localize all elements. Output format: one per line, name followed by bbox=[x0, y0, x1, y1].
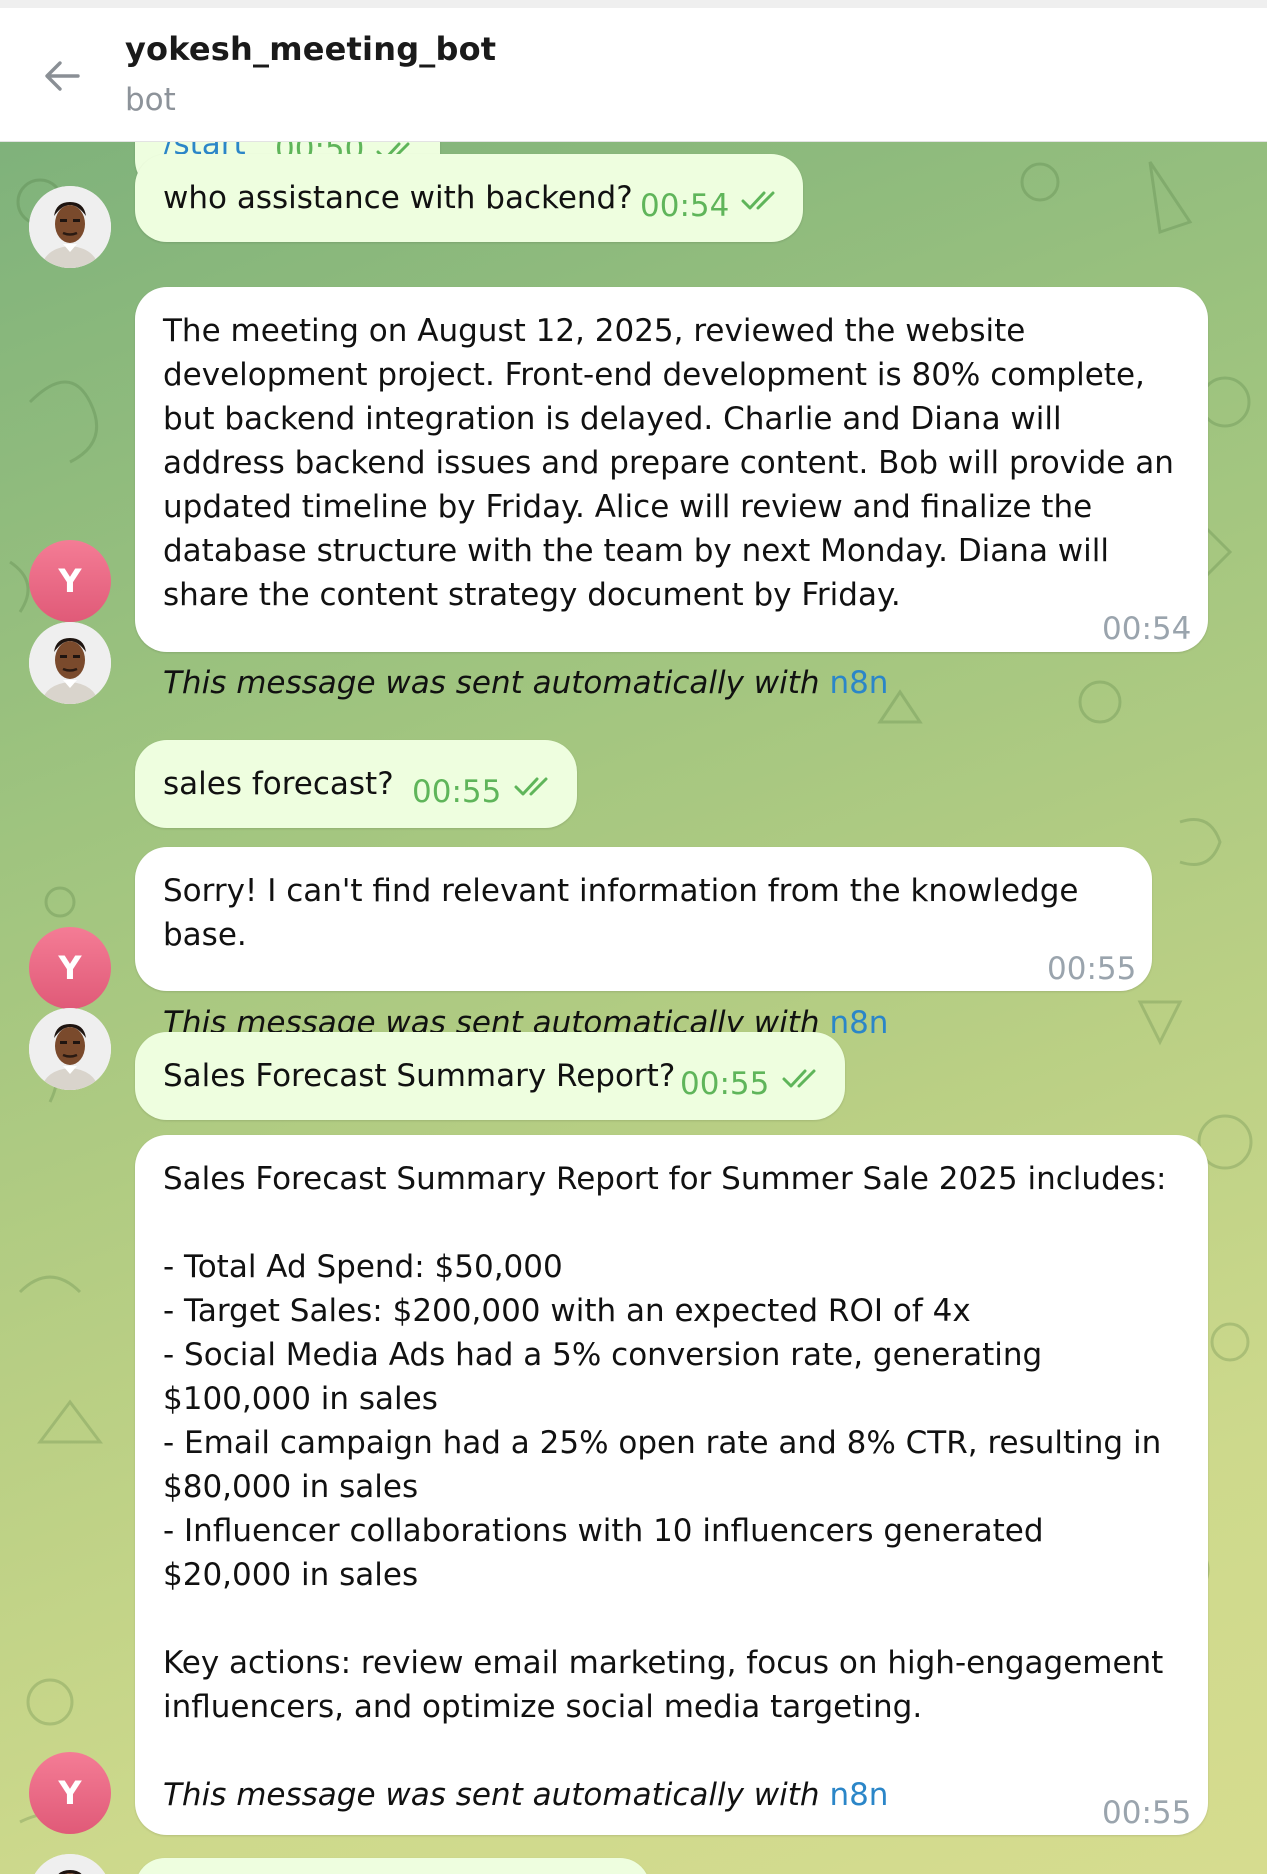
incoming-message[interactable]: Sorry! I can't find relevant information… bbox=[135, 847, 1152, 1041]
auto-sent-note: This message was sent automatically with bbox=[163, 665, 820, 701]
window-top-strip bbox=[0, 0, 1267, 8]
user-photo-icon bbox=[29, 622, 111, 704]
message-time: 00:54 bbox=[640, 188, 730, 224]
outgoing-message[interactable]: who assistance with backend? 00:54 bbox=[135, 154, 803, 242]
message-time: 00:55 bbox=[412, 774, 502, 810]
message-text[interactable]: Sales Forecast Summary Report for Summer… bbox=[163, 1157, 1180, 1729]
message-time: 00:55 bbox=[1102, 1795, 1192, 1831]
back-button[interactable] bbox=[34, 48, 90, 104]
message-list[interactable]: /start 00:50 who assistance with backend… bbox=[0, 142, 1267, 1874]
n8n-link[interactable]: n8n bbox=[829, 1777, 888, 1813]
user-photo-icon bbox=[29, 186, 111, 268]
incoming-message[interactable]: The meeting on August 12, 2025, reviewed… bbox=[135, 287, 1208, 701]
message-text[interactable]: who assistance with backend? bbox=[163, 180, 633, 216]
double-check-icon bbox=[782, 1069, 816, 1088]
auto-sent-note: This message was sent automatically with bbox=[163, 1777, 820, 1813]
chat-status: bot bbox=[125, 82, 176, 118]
message-text[interactable]: The meeting on August 12, 2025, reviewed… bbox=[163, 309, 1180, 617]
message-time: 00:55 bbox=[680, 1066, 770, 1102]
n8n-link[interactable]: n8n bbox=[829, 1005, 888, 1041]
chat-title[interactable]: yokesh_meeting_bot bbox=[125, 30, 496, 68]
arrow-left-icon bbox=[45, 61, 80, 91]
message-time: 00:54 bbox=[1102, 611, 1192, 647]
message-text[interactable]: sales forecast? bbox=[163, 766, 394, 802]
double-check-icon bbox=[514, 777, 548, 796]
user-avatar[interactable] bbox=[29, 1008, 111, 1090]
outgoing-message[interactable]: sales forecast? 00:55 bbox=[135, 740, 577, 828]
incoming-message[interactable]: Sales Forecast Summary Report for Summer… bbox=[135, 1135, 1208, 1835]
message-text[interactable]: Sales Forecast Summary Report? bbox=[163, 1058, 675, 1094]
outgoing-message[interactable] bbox=[135, 1858, 650, 1874]
outgoing-message[interactable]: Sales Forecast Summary Report? 00:55 bbox=[135, 1032, 845, 1120]
message-text[interactable]: Sorry! I can't find relevant information… bbox=[163, 869, 1124, 957]
n8n-link[interactable]: n8n bbox=[829, 665, 888, 701]
bot-avatar[interactable]: Y bbox=[29, 1752, 111, 1834]
message-time: 00:55 bbox=[1047, 951, 1137, 987]
user-avatar[interactable] bbox=[29, 186, 111, 268]
double-check-icon bbox=[741, 191, 775, 210]
chat-header: yokesh_meeting_bot bot bbox=[0, 8, 1267, 142]
bot-avatar[interactable]: Y bbox=[29, 927, 111, 1009]
user-photo-icon bbox=[29, 1008, 111, 1090]
user-avatar[interactable] bbox=[29, 622, 111, 704]
bot-avatar[interactable]: Y bbox=[29, 540, 111, 622]
